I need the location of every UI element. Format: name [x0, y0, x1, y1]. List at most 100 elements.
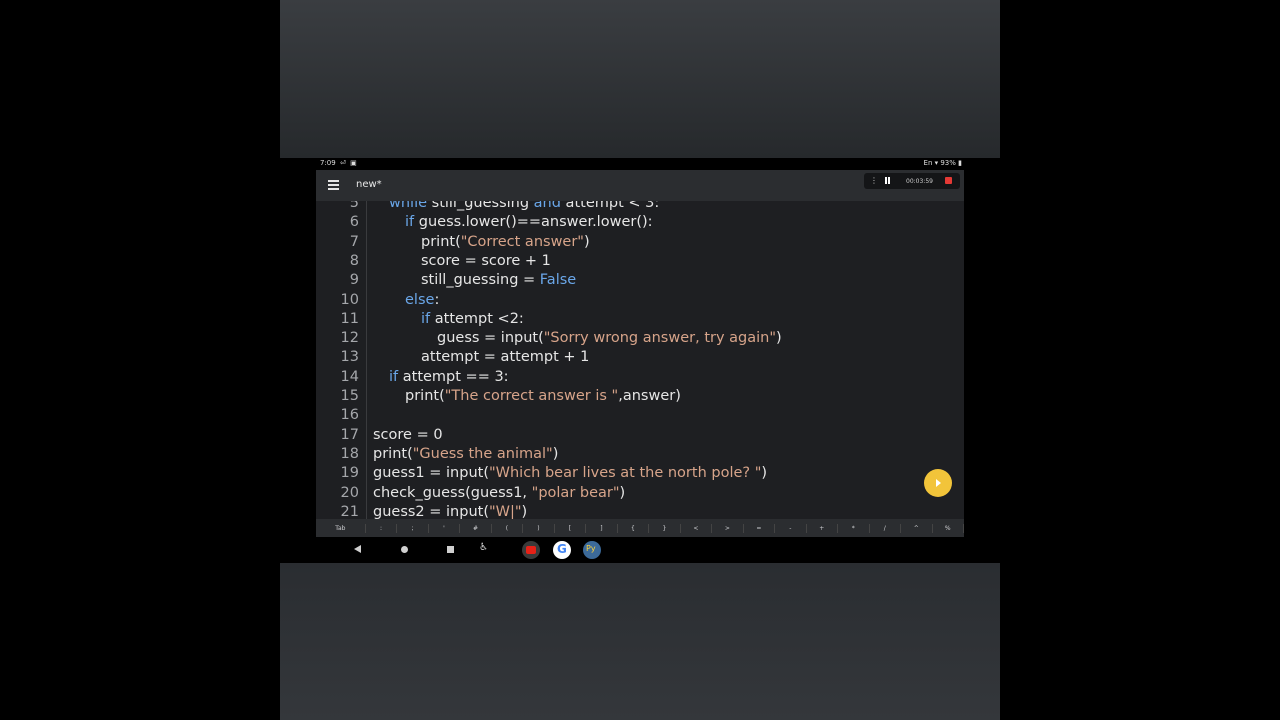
code-string: "Which bear lives at the north pole? ": [488, 465, 762, 482]
code-token: print(: [405, 388, 445, 404]
backdrop-top: [280, 0, 1000, 158]
symbol-key[interactable]: ^: [901, 523, 933, 533]
symbol-key[interactable]: [: [555, 523, 587, 533]
stop-recording-icon[interactable]: [945, 177, 952, 184]
code-token: print(: [373, 445, 413, 462]
symbol-key[interactable]: ;: [397, 523, 429, 533]
recent-apps-icon[interactable]: [447, 546, 454, 553]
code-token: attempt < 3:: [560, 201, 660, 211]
code-token: guess = input(: [437, 330, 544, 347]
symbol-key[interactable]: #: [460, 523, 492, 533]
app-toolbar: new* ⋮ 00:03:59: [316, 170, 964, 201]
code-line: 12 guess = input("Sorry wrong answer, try…: [316, 329, 964, 348]
code-string: "The correct answer is ": [444, 388, 619, 404]
chrome-icon[interactable]: [553, 541, 571, 559]
code-token: ): [583, 233, 590, 250]
tab-key[interactable]: Tab: [316, 523, 366, 533]
code-text: if attempt == 3:: [389, 368, 509, 387]
code-keyword: if: [405, 214, 415, 231]
code-keyword: else: [405, 291, 435, 308]
line-number: 16: [340, 407, 359, 424]
code-text: while still_guessing and attempt < 3:: [389, 201, 659, 213]
code-editor[interactable]: 5 while still_guessing and attempt < 3: 6 i…: [316, 201, 964, 519]
code-token: score = score + 1: [421, 252, 551, 269]
code-token: ,answer): [618, 388, 681, 404]
code-line: 9 still_guessing = False: [316, 271, 964, 290]
pydroid-icon[interactable]: [583, 541, 601, 559]
code-keyword: while: [389, 201, 428, 211]
line-number: 19: [340, 465, 359, 482]
symbol-key[interactable]: >: [712, 523, 744, 533]
code-text: print("Correct answer"): [421, 233, 590, 252]
line-number: 9: [349, 272, 359, 289]
line-number: 8: [349, 252, 359, 269]
code-text: attempt = attempt + 1: [421, 348, 589, 367]
code-text: if attempt <2:: [421, 310, 524, 329]
status-bar: 7:09 ⏎ ▣ En ▾ 93% ▮: [280, 158, 1000, 168]
code-token: ): [761, 465, 768, 482]
symbol-key[interactable]: ]: [586, 523, 618, 533]
code-editor-app: new* ⋮ 00:03:59 5 while still_guessing an…: [316, 170, 964, 537]
line-number: 6: [349, 214, 359, 231]
symbol-key[interactable]: *: [838, 523, 870, 533]
pause-icon[interactable]: [885, 177, 891, 184]
symbol-key[interactable]: {: [618, 523, 650, 533]
code-text: score = 0: [373, 426, 443, 445]
backdrop-bottom: [280, 563, 1000, 720]
accessibility-icon[interactable]: ♿: [479, 542, 488, 553]
symbol-key[interactable]: %: [933, 523, 964, 533]
code-keyword: False: [539, 272, 577, 289]
code-line: 20 check_guess(guess1, "polar bear"): [316, 484, 964, 503]
line-number: 21: [340, 503, 359, 519]
status-right-indicators: En ▾ 93% ▮: [923, 159, 962, 167]
code-token: still_guessing =: [421, 272, 540, 289]
code-text: guess1 = input("Which bear lives at the …: [373, 464, 767, 483]
symbol-key[interactable]: /: [870, 523, 902, 533]
code-line: 5 while still_guessing and attempt < 3:: [316, 201, 964, 213]
back-icon[interactable]: [354, 545, 361, 553]
code-text: else:: [405, 291, 439, 310]
symbol-key[interactable]: :: [366, 523, 398, 533]
code-line: 13 attempt = attempt + 1: [316, 348, 964, 367]
code-keyword: if: [389, 368, 399, 385]
line-number: 5: [349, 201, 359, 211]
symbol-key[interactable]: +: [807, 523, 839, 533]
symbol-key[interactable]: <: [681, 523, 713, 533]
home-icon[interactable]: [401, 546, 408, 553]
line-number: 15: [340, 388, 359, 404]
code-string: "polar bear": [531, 484, 620, 501]
code-text: print("The correct answer is ",answer): [405, 387, 681, 406]
symbol-key[interactable]: ': [429, 523, 461, 533]
youtube-icon[interactable]: [522, 541, 540, 559]
code-string: "Sorry wrong answer, try again": [543, 330, 777, 347]
line-number: 7: [349, 233, 359, 250]
code-line: 21 guess2 = input("W|"): [316, 503, 964, 519]
line-number: 11: [340, 310, 359, 327]
system-nav-bar: ♿: [316, 539, 964, 561]
code-token: check_guess(guess1,: [373, 484, 532, 501]
symbol-key[interactable]: (: [492, 523, 524, 533]
more-options-icon[interactable]: ⋮: [870, 176, 878, 185]
code-token: ): [619, 484, 626, 501]
hamburger-menu-icon[interactable]: [328, 180, 339, 190]
code-text: guess = input("Sorry wrong answer, try a…: [437, 329, 782, 348]
file-title: new*: [356, 179, 382, 190]
code-string: "W|": [488, 503, 522, 519]
code-token: guess2 = input(: [373, 503, 489, 519]
recording-timer: 00:03:59: [906, 178, 933, 185]
run-button[interactable]: [924, 469, 952, 497]
code-line: 11 if attempt <2:: [316, 310, 964, 329]
symbol-key[interactable]: ): [523, 523, 555, 533]
symbol-key[interactable]: }: [649, 523, 681, 533]
line-number: 12: [340, 330, 359, 347]
symbol-key[interactable]: =: [744, 523, 776, 533]
code-token: guess.lower()==answer.lower():: [414, 214, 653, 231]
code-token: attempt == 3:: [398, 368, 509, 385]
code-token: attempt <2:: [430, 310, 524, 327]
symbol-key[interactable]: -: [775, 523, 807, 533]
code-text: print("Guess the animal"): [373, 445, 558, 464]
code-line: 16: [316, 406, 964, 425]
line-number: 13: [340, 349, 359, 366]
code-line: 19 guess1 = input("Which bear lives at th…: [316, 464, 964, 483]
code-keyword: if: [421, 310, 431, 327]
